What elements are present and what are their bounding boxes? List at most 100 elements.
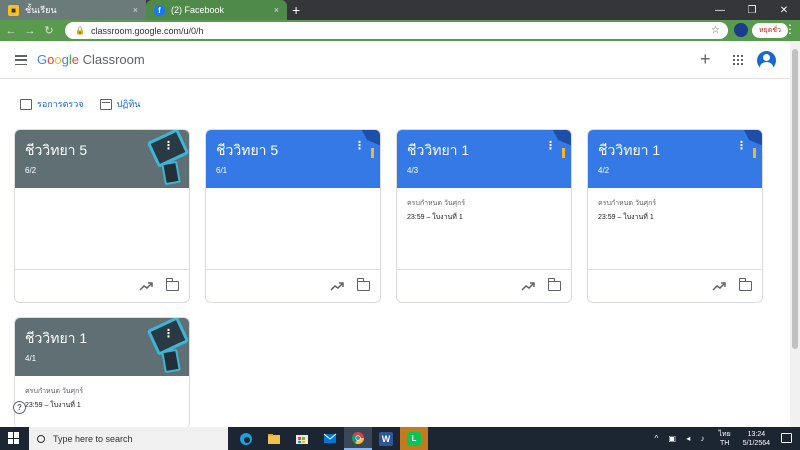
tablet-illustration — [161, 348, 181, 374]
google-classroom-logo[interactable]: Google Classroom — [37, 52, 145, 67]
due-label: ครบกำหนด วันศุกร์ — [598, 200, 657, 207]
browser-menu-icon[interactable]: ⋮ — [784, 22, 796, 36]
account-avatar[interactable] — [757, 51, 776, 70]
quick-actions: รอการตรวจ ปฏิทิน — [20, 97, 156, 111]
class-section[interactable]: 4/3 — [407, 166, 561, 175]
tassel-illustration — [371, 148, 374, 158]
class-card-body: ครบกำหนด วันศุกร์ 23:59 – ใบงานที่ 1 — [397, 188, 571, 269]
mail-icon[interactable] — [316, 427, 344, 450]
classroom-favicon-icon: ■ — [8, 4, 19, 16]
more-options-icon[interactable]: ⋮ — [736, 139, 747, 152]
browser-profile-avatar[interactable] — [734, 23, 748, 37]
class-title[interactable]: ชีววิทยา 1 — [598, 140, 752, 162]
class-card-banner: ชีววิทยา 5 6/2 ⋮ — [15, 130, 189, 188]
class-section[interactable]: 6/1 — [216, 166, 370, 175]
line-icon[interactable]: L — [400, 427, 428, 450]
folder-icon[interactable] — [548, 278, 561, 291]
bookmark-star-icon[interactable]: ☆ — [711, 25, 720, 36]
classroom-header: Google Classroom + — [0, 41, 790, 79]
class-card-footer — [397, 269, 571, 302]
line-letter: L — [407, 431, 421, 446]
folder-icon[interactable] — [739, 278, 752, 291]
create-join-class-button[interactable]: + — [700, 49, 711, 70]
class-card: ชีววิทยา 1 4/1 ⋮ ครบกำหนด วันศุกร์ 23:59… — [14, 317, 190, 429]
due-label: ครบกำหนด วันศุกร์ — [407, 200, 466, 207]
address-bar[interactable]: 🔒 classroom.google.com/u/0/h ☆ — [65, 22, 728, 39]
tassel-illustration — [562, 148, 565, 158]
class-card-body: ครบกำหนด วันศุกร์ 23:59 – ใบงานที่ 1 — [588, 188, 762, 269]
edge-icon[interactable] — [232, 427, 260, 450]
assignment-link[interactable]: 23:59 – ใบงานที่ 1 — [407, 212, 561, 223]
taskbar-apps: W L — [232, 427, 428, 450]
more-options-icon[interactable]: ⋮ — [163, 327, 174, 340]
to-review-label: รอการตรวจ — [37, 99, 84, 109]
class-section[interactable]: 6/2 — [25, 166, 179, 175]
tassel-illustration — [753, 148, 756, 158]
trending-up-icon[interactable] — [139, 281, 153, 291]
input-language[interactable]: ไทย TH — [719, 430, 731, 448]
google-apps-icon[interactable] — [733, 55, 743, 65]
more-options-icon[interactable]: ⋮ — [354, 139, 365, 152]
help-button[interactable]: ? — [13, 401, 26, 414]
class-card-footer — [206, 269, 380, 302]
tab-close-icon[interactable]: × — [274, 5, 279, 15]
store-icon[interactable] — [288, 427, 316, 450]
taskbar-search-box[interactable]: Type here to search — [29, 427, 228, 450]
assignment-link[interactable]: 23:59 – ใบงานที่ 1 — [598, 212, 752, 223]
clock-time: 13:24 — [747, 430, 766, 438]
word-icon[interactable]: W — [372, 427, 400, 450]
class-card-footer — [588, 269, 762, 302]
assignment-link[interactable]: 23:59 – ใบงานที่ 1 — [25, 400, 179, 411]
calendar-link[interactable]: ปฏิทิน — [99, 97, 140, 111]
window-controls: — ❐ ✕ — [704, 0, 800, 20]
scrollbar-thumb[interactable] — [792, 49, 798, 349]
due-label: ครบกำหนด วันศุกร์ — [25, 388, 84, 395]
to-review-link[interactable]: รอการตรวจ — [20, 97, 84, 111]
maximize-button[interactable]: ❐ — [736, 0, 768, 20]
class-card-body — [15, 188, 189, 269]
tab-label: (2) Facebook — [171, 5, 225, 15]
browser-toolbar: ← → ↻ 🔒 classroom.google.com/u/0/h ☆ หยุ… — [0, 20, 800, 41]
class-card-banner: ชีววิทยา 1 4/3 ⋮ — [397, 130, 571, 188]
search-icon — [37, 434, 45, 443]
page-scrollbar[interactable] — [790, 41, 800, 427]
class-section[interactable]: 4/1 — [25, 354, 179, 363]
trending-up-icon[interactable] — [521, 281, 535, 291]
new-tab-button[interactable]: + — [292, 2, 300, 18]
tab-facebook[interactable]: f (2) Facebook × — [146, 0, 287, 20]
language-code: TH — [719, 439, 730, 447]
folder-icon[interactable] — [357, 278, 370, 291]
word-letter: W — [379, 431, 393, 446]
folder-icon[interactable] — [166, 278, 179, 291]
sync-paused-button[interactable]: หยุดชั่ว — [752, 23, 788, 38]
main-menu-icon[interactable] — [15, 55, 27, 65]
file-explorer-icon[interactable] — [260, 427, 288, 450]
trending-up-icon[interactable] — [330, 281, 344, 291]
notification-icon[interactable] — [781, 433, 792, 443]
more-options-icon[interactable]: ⋮ — [163, 139, 174, 152]
class-card: ชีววิทยา 1 4/3 ⋮ ครบกำหนด วันศุกร์ 23:59… — [396, 129, 572, 303]
close-window-button[interactable]: ✕ — [768, 0, 800, 20]
windows-start-icon[interactable] — [8, 432, 20, 444]
review-icon — [20, 98, 32, 110]
class-card-banner: ชีววิทยา 1 4/2 ⋮ — [588, 130, 762, 188]
class-card-body — [206, 188, 380, 269]
tab-classroom[interactable]: ■ ชั้นเรียน × — [0, 0, 146, 20]
trending-up-icon[interactable] — [712, 281, 726, 291]
reload-button[interactable]: ↻ — [41, 24, 57, 37]
lock-icon: 🔒 — [75, 26, 85, 35]
class-title[interactable]: ชีววิทยา 5 — [216, 140, 370, 162]
forward-button[interactable]: → — [22, 25, 38, 37]
class-section[interactable]: 4/2 — [598, 166, 752, 175]
minimize-button[interactable]: — — [704, 0, 736, 20]
tab-close-icon[interactable]: × — [133, 5, 138, 15]
back-button[interactable]: ← — [3, 25, 19, 37]
more-options-icon[interactable]: ⋮ — [545, 139, 556, 152]
class-title[interactable]: ชีววิทยา 1 — [407, 140, 561, 162]
chrome-icon[interactable] — [344, 427, 372, 450]
class-card-footer — [15, 269, 189, 302]
class-card: ชีววิทยา 5 6/2 ⋮ — [14, 129, 190, 303]
class-card: ชีววิทยา 1 4/2 ⋮ ครบกำหนด วันศุกร์ 23:59… — [587, 129, 763, 303]
clock[interactable]: 13:24 5/1/2564 — [743, 430, 770, 448]
tray-icons[interactable]: ^ ▣ ◂ ♪ — [655, 434, 709, 443]
